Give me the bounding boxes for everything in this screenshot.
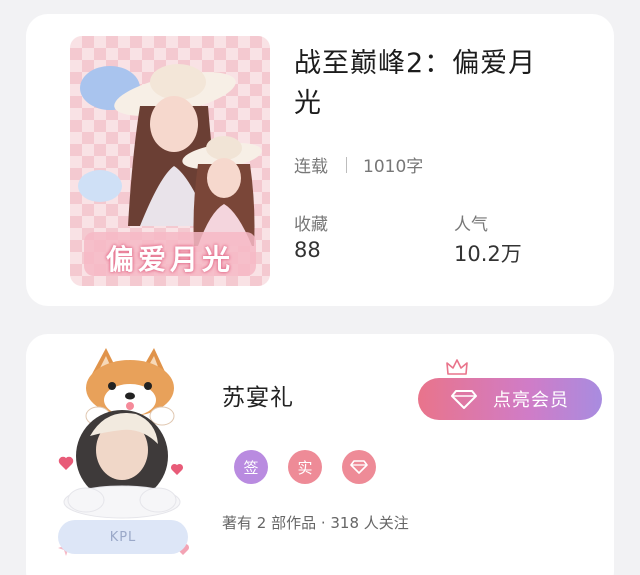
diamond-icon — [451, 389, 477, 409]
cover-title-text: 偏爱月光 — [105, 243, 234, 276]
popularity-value: 10.2万 — [454, 242, 522, 266]
book-status: 连载 — [294, 157, 328, 177]
book-word-count: 1010字 — [363, 157, 424, 177]
verified-badge[interactable]: 实 — [288, 450, 322, 484]
popularity-label: 人气 — [454, 215, 488, 235]
meta-divider — [346, 156, 347, 173]
favorites-value: 88 — [294, 238, 321, 262]
verified-badge-label: 实 — [297, 458, 313, 477]
author-works-info: 著有 2 部作品 · 318 人关注 — [222, 514, 409, 532]
book-meta: 连载 1010字 — [294, 152, 423, 177]
author-badges: 签 实 — [234, 450, 396, 484]
book-cover[interactable]: 偏爱月光 — [70, 36, 270, 286]
activate-vip-button[interactable]: 点亮会员 — [418, 378, 602, 420]
vip-button-label: 点亮会员 — [493, 390, 569, 411]
signed-badge[interactable]: 签 — [234, 450, 268, 484]
author-name[interactable]: 苏宴礼 — [222, 378, 294, 412]
book-card[interactable]: 偏爱月光 战至巅峰2：偏爱月光 连载 1010字 收藏 88 人气 10.2万 — [26, 14, 614, 306]
avatar-frame-label: KPL — [58, 520, 188, 554]
book-title[interactable]: 战至巅峰2：偏爱月光 — [294, 44, 564, 124]
diamond-icon — [350, 460, 368, 474]
signed-badge-label: 签 — [243, 458, 259, 477]
favorites-label: 收藏 — [294, 215, 328, 235]
author-card[interactable]: KPL 苏宴礼 点亮会员 签 实 著有 2 部作品 · 318 人关注 — [26, 334, 614, 575]
crown-icon — [446, 359, 468, 375]
vip-badge[interactable] — [342, 450, 376, 484]
